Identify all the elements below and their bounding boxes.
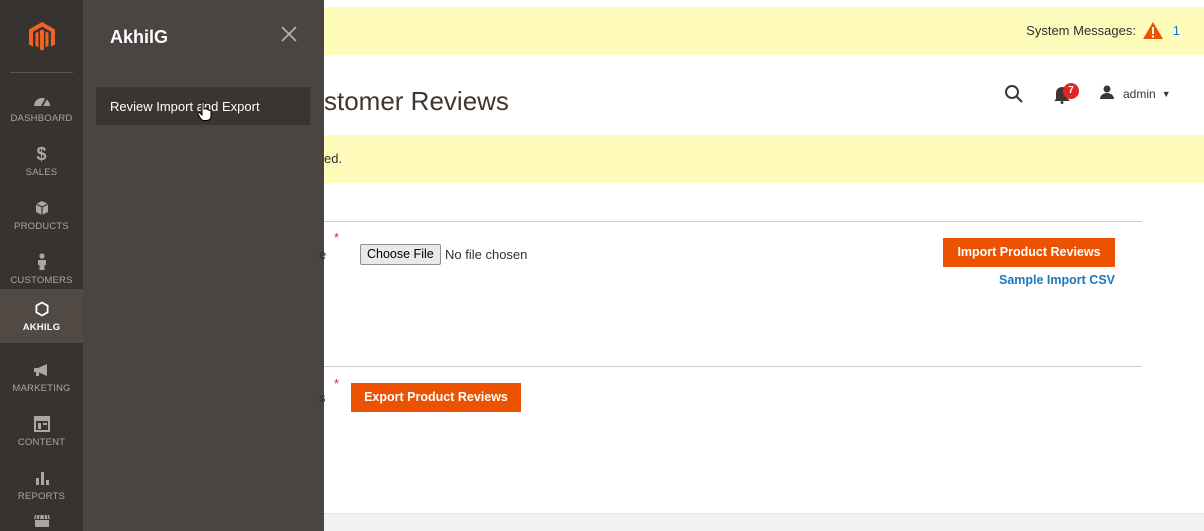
admin-nav: DASHBOARD $ SALES PRODUCTS CUSTOMERS AKH… — [0, 0, 83, 531]
file-status-text: No file chosen — [445, 247, 528, 262]
nav-label: AKHILG — [22, 322, 61, 333]
nav-label: SALES — [25, 167, 58, 178]
nav-item-marketing[interactable]: MARKETING — [0, 350, 83, 404]
user-name: admin — [1123, 87, 1156, 101]
export-product-reviews-button[interactable]: Export Product Reviews — [351, 383, 521, 412]
page-footer — [324, 513, 1204, 531]
notification-badge: 7 — [1063, 83, 1079, 99]
import-label: e — [319, 247, 327, 262]
page-title: stomer Reviews — [324, 86, 509, 116]
system-messages-bar: System Messages: 1 — [324, 7, 1204, 55]
nav-item-content[interactable]: CONTENT — [0, 404, 83, 458]
system-messages-label: System Messages: — [1026, 23, 1136, 38]
required-asterisk: * — [334, 376, 340, 391]
warning-icon — [1142, 21, 1164, 45]
section-divider — [324, 366, 1142, 367]
user-icon — [1100, 85, 1114, 104]
cube-icon — [35, 198, 49, 218]
nav-label: CUSTOMERS — [10, 275, 73, 286]
search-icon[interactable] — [1004, 84, 1024, 104]
system-messages-count[interactable]: 1 — [1173, 23, 1180, 38]
message-text: ed. — [324, 151, 343, 166]
nav-divider — [10, 72, 73, 73]
nav-label: MARKETING — [12, 383, 71, 394]
user-menu[interactable]: admin ▼ — [1100, 84, 1171, 104]
nav-label: REPORTS — [17, 491, 66, 502]
dashboard-icon — [33, 90, 51, 110]
layout-icon — [33, 414, 50, 434]
magento-logo[interactable] — [0, 0, 83, 74]
megaphone-icon — [33, 360, 51, 380]
nav-item-customers[interactable]: CUSTOMERS — [0, 242, 83, 296]
magento-logo-icon — [28, 22, 55, 51]
export-label: s — [319, 390, 326, 405]
nav-label: DASHBOARD — [10, 113, 73, 124]
chevron-down-icon: ▼ — [1161, 89, 1171, 99]
nav-label: PRODUCTS — [14, 221, 69, 232]
bar-chart-icon — [34, 468, 50, 488]
dollar-icon: $ — [36, 143, 47, 164]
nav-item-sales[interactable]: $ SALES — [0, 134, 83, 188]
nav-label: CONTENT — [17, 437, 66, 448]
choose-file-button[interactable]: Choose File — [360, 244, 441, 265]
nav-item-products[interactable]: PRODUCTS — [0, 188, 83, 242]
import-product-reviews-button[interactable]: Import Product Reviews — [943, 238, 1115, 267]
flyout-title: AkhilG — [110, 27, 169, 47]
close-icon[interactable] — [279, 24, 299, 44]
section-divider — [324, 221, 1142, 222]
nav-item-reports[interactable]: REPORTS — [0, 458, 83, 512]
message-bar: ed. — [324, 135, 1204, 183]
review-import-export-link[interactable]: Review Import and Export — [96, 87, 310, 125]
person-icon — [36, 252, 48, 272]
required-asterisk: * — [334, 230, 340, 245]
hexagon-icon — [35, 299, 49, 319]
sample-import-csv-link[interactable]: Sample Import CSV — [999, 273, 1115, 287]
store-icon — [33, 511, 51, 531]
nav-item-dashboard[interactable]: DASHBOARD — [0, 80, 83, 134]
flyout-panel: AkhilG Review Import and Export — [83, 0, 324, 531]
nav-item-akhilg[interactable]: AKHILG — [0, 289, 83, 343]
nav-item-stores[interactable] — [0, 505, 83, 531]
